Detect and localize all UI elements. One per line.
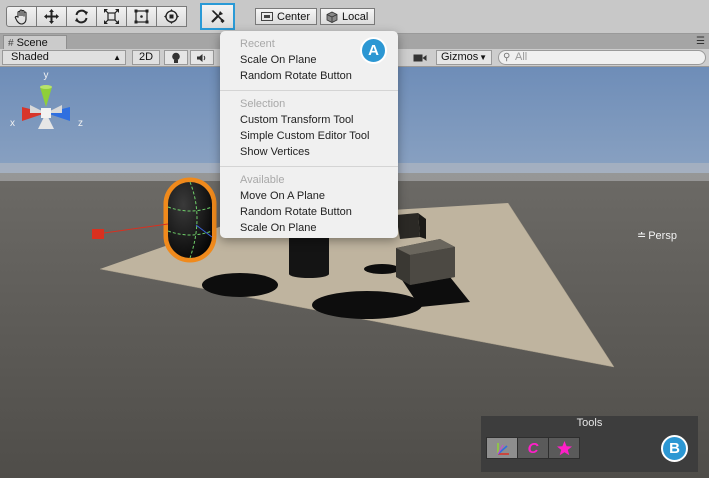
scene-search-input[interactable]: ⚲ All	[498, 50, 706, 65]
main-toolbar: Center Local	[0, 0, 709, 33]
rect-tool-button[interactable]	[126, 6, 157, 27]
toggle-2d-button[interactable]: 2D	[132, 50, 160, 65]
custom-tools-icon	[211, 10, 225, 24]
lighting-toggle-button[interactable]	[164, 50, 188, 65]
star-tool-icon	[556, 440, 572, 455]
hand-tool-button[interactable]	[6, 6, 37, 27]
move-tool-button[interactable]	[36, 6, 67, 27]
speaker-icon	[197, 53, 206, 62]
rotate-icon	[75, 9, 88, 24]
axis-x-label: x	[10, 118, 15, 129]
center-pivot-icon	[261, 12, 273, 21]
menu-header-selection: Selection	[240, 98, 286, 110]
menu-separator	[220, 166, 398, 167]
persp-lines-icon: ≐	[637, 230, 647, 242]
camera-icon	[413, 54, 427, 61]
menu-separator	[220, 90, 398, 91]
c-tool-button[interactable]: C	[517, 437, 549, 459]
transform-tool-button[interactable]	[156, 6, 187, 27]
custom-tools-dropdown-button[interactable]	[200, 3, 235, 30]
menu-item-random-rotate-button[interactable]: Random Rotate Button	[220, 68, 398, 84]
axis-y-label: y	[44, 70, 49, 81]
tab-menu-icon[interactable]: ☰	[696, 36, 705, 47]
pivot-local-button[interactable]: Local	[320, 8, 376, 25]
rect-transform-icon	[134, 9, 149, 24]
menu-item-move-on-a-plane[interactable]: Move On A Plane	[220, 188, 398, 204]
toggle-2d-label: 2D	[138, 51, 154, 63]
menu-item-random-rotate-button-available[interactable]: Random Rotate Button	[220, 204, 398, 220]
lightbulb-icon	[172, 52, 180, 63]
projection-label: Persp	[648, 229, 677, 242]
camera-settings-button[interactable]	[408, 50, 432, 65]
search-placeholder: All	[515, 51, 528, 63]
menu-header-available: Available	[240, 174, 285, 186]
callout-badge-b: B	[661, 435, 688, 462]
menu-item-show-vertices[interactable]: Show Vertices	[220, 144, 398, 160]
gizmos-label: Gizmos	[441, 51, 479, 63]
c-tool-icon: C	[527, 439, 539, 457]
pivot-local-label: Local	[342, 10, 369, 23]
star-tool-button[interactable]	[548, 437, 580, 459]
projection-toggle[interactable]: ≐ Persp	[637, 229, 677, 243]
transform-icon	[164, 9, 179, 24]
pivot-center-label: Center	[277, 10, 311, 23]
audio-toggle-button[interactable]	[190, 50, 214, 65]
tools-overlay-buttons: C	[486, 437, 580, 459]
gizmos-dropdown[interactable]: Gizmos ▼	[436, 50, 492, 65]
scale-tool-button[interactable]	[96, 6, 127, 27]
search-icon: ⚲	[503, 52, 511, 63]
menu-item-simple-custom-editor-tool[interactable]: Simple Custom Editor Tool	[220, 128, 398, 144]
scale-icon	[104, 9, 119, 24]
menu-item-custom-transform-tool[interactable]: Custom Transform Tool	[220, 112, 398, 128]
axes-tool-icon	[496, 442, 509, 455]
shading-mode-dropdown[interactable]: Shaded ▲	[2, 50, 126, 65]
dropdown-arrow-icon: ▲	[113, 53, 121, 62]
pivot-center-button[interactable]: Center	[255, 8, 318, 25]
tools-overlay-title: Tools	[576, 417, 603, 429]
local-cube-icon	[326, 11, 338, 23]
axis-z-label: z	[78, 118, 83, 129]
pivot-controls: Center Local	[255, 8, 376, 25]
grid-icon: #	[8, 37, 14, 49]
transform-tools-group	[6, 6, 187, 27]
rotate-tool-button[interactable]	[66, 6, 97, 27]
orientation-gizmo[interactable]: y x z	[0, 67, 92, 159]
axes-tool-button[interactable]	[486, 437, 518, 459]
hand-icon	[14, 9, 27, 25]
shading-mode-label: Shaded	[11, 51, 49, 63]
tab-scene[interactable]: # Scene	[3, 35, 67, 50]
dropdown-arrow-icon: ▼	[479, 53, 487, 62]
move-arrows-icon	[44, 9, 59, 24]
callout-badge-a: A	[360, 37, 387, 64]
tab-scene-label: Scene	[16, 37, 48, 49]
menu-item-scale-on-plane-available[interactable]: Scale On Plane	[220, 220, 398, 236]
gizmo-axes	[22, 85, 70, 129]
